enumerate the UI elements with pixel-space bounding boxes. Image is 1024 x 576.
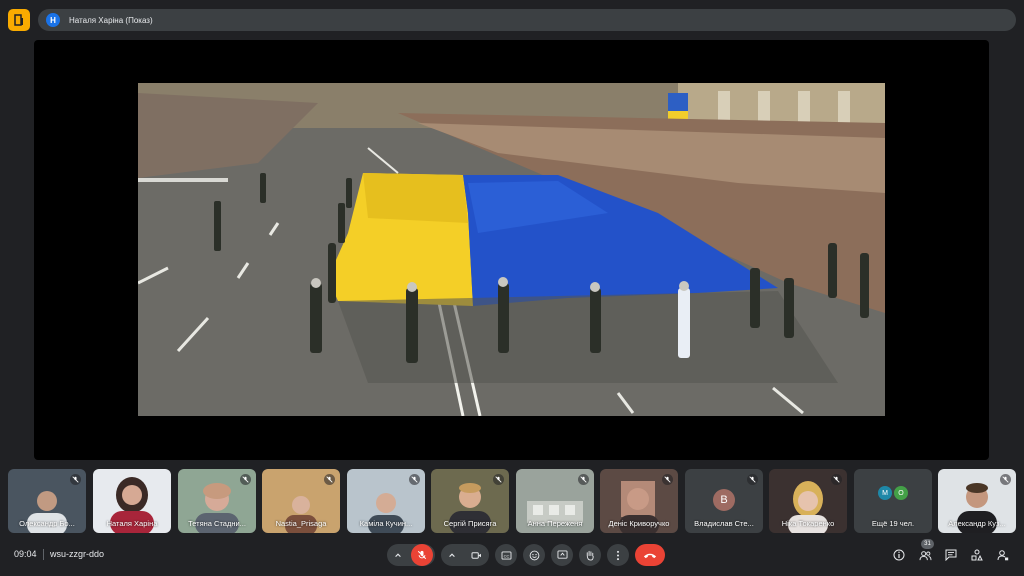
cc-icon: CC [501, 550, 511, 560]
bottom-toolbar: 09:04 wsu-zzgr-ddo CC 31 [0, 538, 1024, 576]
present-icon [557, 550, 567, 559]
chevron-up-icon[interactable] [389, 551, 407, 559]
chat-icon [945, 549, 957, 561]
people-button[interactable]: 31 [916, 539, 934, 566]
presenter-banner[interactable]: Н Наталя Харіна (Показ) [38, 9, 1016, 31]
activities-icon [971, 549, 983, 561]
presenter-avatar: Н [46, 13, 60, 27]
activities-button[interactable] [968, 544, 986, 566]
emoji-icon [529, 550, 539, 560]
camera-icon[interactable] [465, 544, 487, 566]
presenter-name: Наталя Харіна (Показ) [69, 15, 153, 25]
mic-off-icon [1000, 474, 1011, 485]
host-controls-icon [997, 550, 1009, 561]
participant-name: Наталя Харіна [106, 519, 158, 528]
side-panel-controls: 31 [890, 539, 1012, 566]
more-participants-label: Ещё 19 чел. [871, 519, 915, 528]
meeting-time: 09:04 [14, 549, 37, 559]
mic-off-icon [747, 474, 758, 485]
call-controls: CC [387, 544, 665, 566]
participant-name: Каміла Кучин... [359, 519, 413, 528]
participant-tile[interactable]: Тетяна Стадни... [178, 469, 256, 533]
mic-off-icon [409, 474, 420, 485]
participant-name: Олександр Бо... [19, 519, 75, 528]
raise-hand-button[interactable] [579, 544, 601, 566]
people-count-badge: 31 [921, 539, 934, 549]
participant-name: Сергій Присяга [443, 519, 497, 528]
meeting-details-button[interactable] [890, 544, 908, 566]
participant-avatar: В [713, 489, 735, 511]
meet-logo-icon[interactable] [8, 9, 30, 31]
participant-tile[interactable]: Александр Куз... [938, 469, 1016, 533]
mic-off-icon [324, 474, 335, 485]
mic-off-icon [662, 474, 673, 485]
captions-button[interactable]: CC [495, 544, 517, 566]
participant-name: Анна Переженя [527, 519, 583, 528]
participant-name: Александр Куз... [948, 519, 1006, 528]
shared-screen-video [138, 83, 885, 416]
mic-off-icon[interactable] [411, 544, 433, 566]
leave-call-button[interactable] [635, 544, 665, 566]
participant-tile[interactable]: Каміла Кучин... [347, 469, 425, 533]
participant-strip: Олександр Бо... Наталя Харіна Тетяна Ста… [8, 469, 1016, 533]
mic-off-icon [831, 474, 842, 485]
present-button[interactable] [551, 544, 573, 566]
mic-off-icon [240, 474, 251, 485]
host-controls-button[interactable] [994, 544, 1012, 566]
more-participants-avatars: M O [878, 486, 908, 500]
microphone-control [387, 544, 435, 566]
mic-off-icon [70, 474, 81, 485]
svg-text:CC: CC [503, 553, 509, 558]
top-bar: Н Наталя Харіна (Показ) [0, 0, 1024, 38]
participant-tile[interactable]: Сергій Присяга [431, 469, 509, 533]
people-icon [919, 550, 931, 560]
participant-tile[interactable]: Деніс Криворучко [600, 469, 678, 533]
camera-control [441, 544, 489, 566]
participant-tile[interactable]: Nastia_Prisaga [262, 469, 340, 533]
participant-tile[interactable]: Олександр Бо... [8, 469, 86, 533]
divider [43, 549, 44, 560]
mic-off-icon [493, 474, 504, 485]
participant-tile[interactable]: Анна Переженя [516, 469, 594, 533]
more-vert-icon [616, 550, 620, 560]
participant-name: Nastia_Prisaga [275, 519, 327, 528]
more-participants-tile[interactable]: M O Ещё 19 чел. [854, 469, 932, 533]
participant-name: Деніс Криворучко [608, 519, 670, 528]
reactions-button[interactable] [523, 544, 545, 566]
participant-name: Ніка Токаренко [781, 519, 835, 528]
meeting-code: wsu-zzgr-ddo [50, 549, 105, 559]
participant-name: Владислав Сте... [694, 519, 754, 528]
info-icon [893, 549, 905, 561]
hand-icon [586, 550, 594, 561]
participant-tile[interactable]: Наталя Харіна [93, 469, 171, 533]
participant-name: Тетяна Стадни... [188, 519, 246, 528]
participant-avatar: O [894, 486, 908, 500]
participant-avatar: M [878, 486, 892, 500]
chevron-up-icon[interactable] [443, 551, 461, 559]
call-end-icon [643, 553, 657, 558]
mic-off-icon [578, 474, 589, 485]
participant-tile[interactable]: Ніка Токаренко [769, 469, 847, 533]
participant-tile[interactable]: В Владислав Сте... [685, 469, 763, 533]
more-options-button[interactable] [607, 544, 629, 566]
chat-button[interactable] [942, 544, 960, 566]
